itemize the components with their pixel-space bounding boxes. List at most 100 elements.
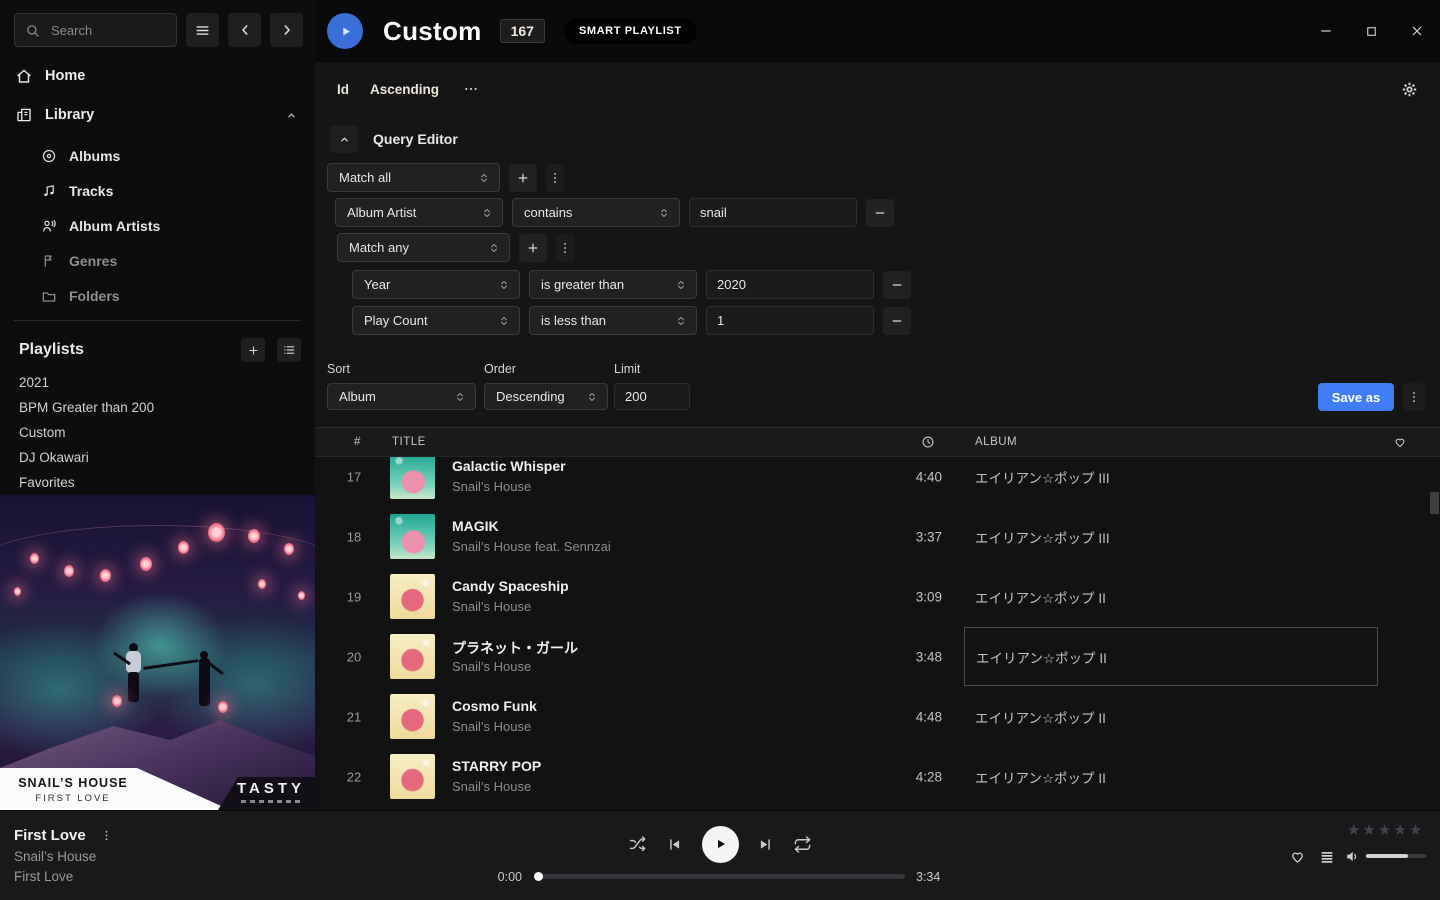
query-editor-title: Query Editor [373, 131, 458, 147]
limit-input[interactable] [614, 383, 690, 410]
track-album-cell[interactable]: エイリアン☆ポップ III [964, 507, 1378, 567]
window-minimize-button[interactable] [1318, 23, 1334, 39]
rule-operator-select[interactable]: contains [512, 198, 680, 227]
rating-star[interactable]: ★ [1362, 822, 1377, 839]
scrollbar-thumb[interactable] [1430, 492, 1439, 514]
track-album-cell[interactable]: エイリアン☆ポップ II [964, 687, 1378, 747]
playlist-item[interactable]: DJ Okawari [19, 445, 299, 470]
track-count-badge: 167 [500, 19, 545, 43]
volume-slider[interactable] [1366, 854, 1426, 858]
track-row[interactable]: 17 Galactic Whisper Snail’s House 4:40 エ… [315, 457, 1440, 507]
rating-star[interactable]: ★ [1378, 822, 1393, 839]
order-select[interactable]: Descending [484, 383, 608, 410]
rating-star[interactable]: ★ [1393, 822, 1408, 839]
rule-operator-select[interactable]: is greater than [529, 270, 697, 299]
app-window: Home Library Albums Tracks Album Artists… [0, 0, 1440, 900]
remove-rule-button[interactable] [883, 271, 911, 299]
track-row[interactable]: 18 MAGIK Snail’s House feat. Sennzai 3:3… [315, 507, 1440, 567]
sidebar-item-folders[interactable]: Folders [0, 278, 315, 313]
sidebar-item-album-artists[interactable]: Album Artists [0, 208, 315, 243]
select-chevrons-icon [585, 390, 599, 404]
rule-field-select[interactable]: Play Count [352, 306, 520, 335]
favorite-button[interactable] [1289, 848, 1306, 865]
query-editor-collapse-button[interactable] [330, 125, 358, 153]
sidebar-item-albums[interactable]: Albums [0, 138, 315, 173]
track-row[interactable]: 19 Candy Spaceship Snail’s House 3:09 エイ… [315, 567, 1440, 627]
track-row[interactable]: 20 プラネット・ガール Snail’s House 3:48 エイリアン☆ポッ… [315, 627, 1440, 687]
add-rule-button[interactable] [519, 234, 547, 262]
group-options-button[interactable] [556, 234, 574, 262]
rule-value-input[interactable] [706, 306, 874, 335]
play-playlist-button[interactable] [327, 13, 363, 49]
queue-button[interactable] [1319, 849, 1335, 865]
playlist-list-button[interactable] [277, 338, 301, 362]
search-box[interactable] [14, 13, 177, 47]
rating-star[interactable]: ★ [1347, 822, 1362, 839]
save-options-button[interactable] [1403, 383, 1425, 411]
sort-field-button[interactable]: Id [337, 82, 349, 97]
nav-forward-button[interactable] [270, 13, 303, 47]
play-pause-button[interactable] [702, 826, 739, 863]
playlist-item[interactable]: Favorites [19, 470, 299, 495]
track-row[interactable]: 21 Cosmo Funk Snail’s House 4:48 エイリアン☆ポ… [315, 687, 1440, 747]
track-album-cell[interactable]: エイリアン☆ポップ II [964, 567, 1378, 627]
seek-bar[interactable] [535, 874, 905, 879]
playlist-item[interactable]: Custom [19, 420, 299, 445]
sidebar-item-home[interactable]: Home [0, 61, 315, 91]
rule-value-input[interactable] [689, 198, 857, 227]
menu-button[interactable] [186, 13, 219, 47]
sort-label: Sort [327, 362, 350, 376]
nav-back-button[interactable] [228, 13, 261, 47]
track-album-cell[interactable]: エイリアン☆ポップ II [964, 747, 1378, 807]
track-duration: 4:40 [855, 470, 942, 485]
window-maximize-button[interactable] [1364, 24, 1379, 39]
repeat-button[interactable] [793, 835, 812, 854]
next-track-button[interactable] [757, 836, 774, 853]
column-header-album[interactable]: ALBUM [975, 428, 1017, 456]
volume-fill [1366, 854, 1408, 858]
playlist-item[interactable]: BPM Greater than 200 [19, 395, 299, 420]
lantern-glow [64, 565, 74, 577]
sidebar-item-library[interactable]: Library [0, 100, 315, 130]
page-title: Custom [383, 16, 482, 47]
sidebar-item-tracks[interactable]: Tracks [0, 173, 315, 208]
match-type-select[interactable]: Match any [337, 233, 510, 262]
shuffle-button[interactable] [628, 835, 647, 854]
rule-field-select[interactable]: Album Artist [335, 198, 503, 227]
sort-select[interactable]: Album [327, 383, 476, 410]
search-input[interactable] [49, 22, 153, 39]
save-as-button[interactable]: Save as [1318, 383, 1394, 411]
column-header-index: # [340, 428, 375, 456]
track-album-cell[interactable]: エイリアン☆ポップ III [964, 457, 1378, 507]
group-options-button[interactable] [546, 164, 564, 192]
rule-operator-select[interactable]: is less than [529, 306, 697, 335]
sidebar-item-label: Home [45, 68, 85, 84]
rule-field-select[interactable]: Year [352, 270, 520, 299]
more-options-button[interactable] [463, 81, 479, 97]
rating-star[interactable]: ★ [1409, 822, 1424, 839]
sidebar-item-genres[interactable]: Genres [0, 243, 315, 278]
chevron-up-icon[interactable] [285, 109, 298, 122]
remove-rule-button[interactable] [883, 307, 911, 335]
window-close-button[interactable] [1409, 23, 1425, 39]
rating-stars[interactable]: ★★★★★ [1347, 821, 1424, 839]
add-rule-button[interactable] [509, 164, 537, 192]
add-playlist-button[interactable] [241, 338, 265, 362]
minus-icon [890, 314, 904, 328]
playlist-item[interactable]: 2021 [19, 370, 299, 395]
dots-vertical-icon [548, 171, 562, 185]
settings-button[interactable] [1401, 81, 1418, 98]
track-album-cell[interactable]: エイリアン☆ポップ II [964, 627, 1378, 686]
seek-knob[interactable] [534, 872, 543, 881]
column-header-title[interactable]: TITLE [392, 428, 426, 456]
query-group-1-header: Match all [327, 163, 564, 192]
rule-value-input[interactable] [706, 270, 874, 299]
sort-direction-button[interactable]: Ascending [370, 82, 439, 97]
now-playing-options-button[interactable] [100, 829, 113, 842]
match-type-select[interactable]: Match all [327, 163, 500, 192]
sidebar: Home Library Albums Tracks Album Artists… [0, 0, 315, 810]
remove-rule-button[interactable] [866, 199, 894, 227]
track-row[interactable]: 22 STARRY POP Snail’s House 4:28 エイリアン☆ポ… [315, 747, 1440, 807]
previous-track-button[interactable] [666, 836, 683, 853]
volume-mute-button[interactable] [1344, 848, 1361, 865]
